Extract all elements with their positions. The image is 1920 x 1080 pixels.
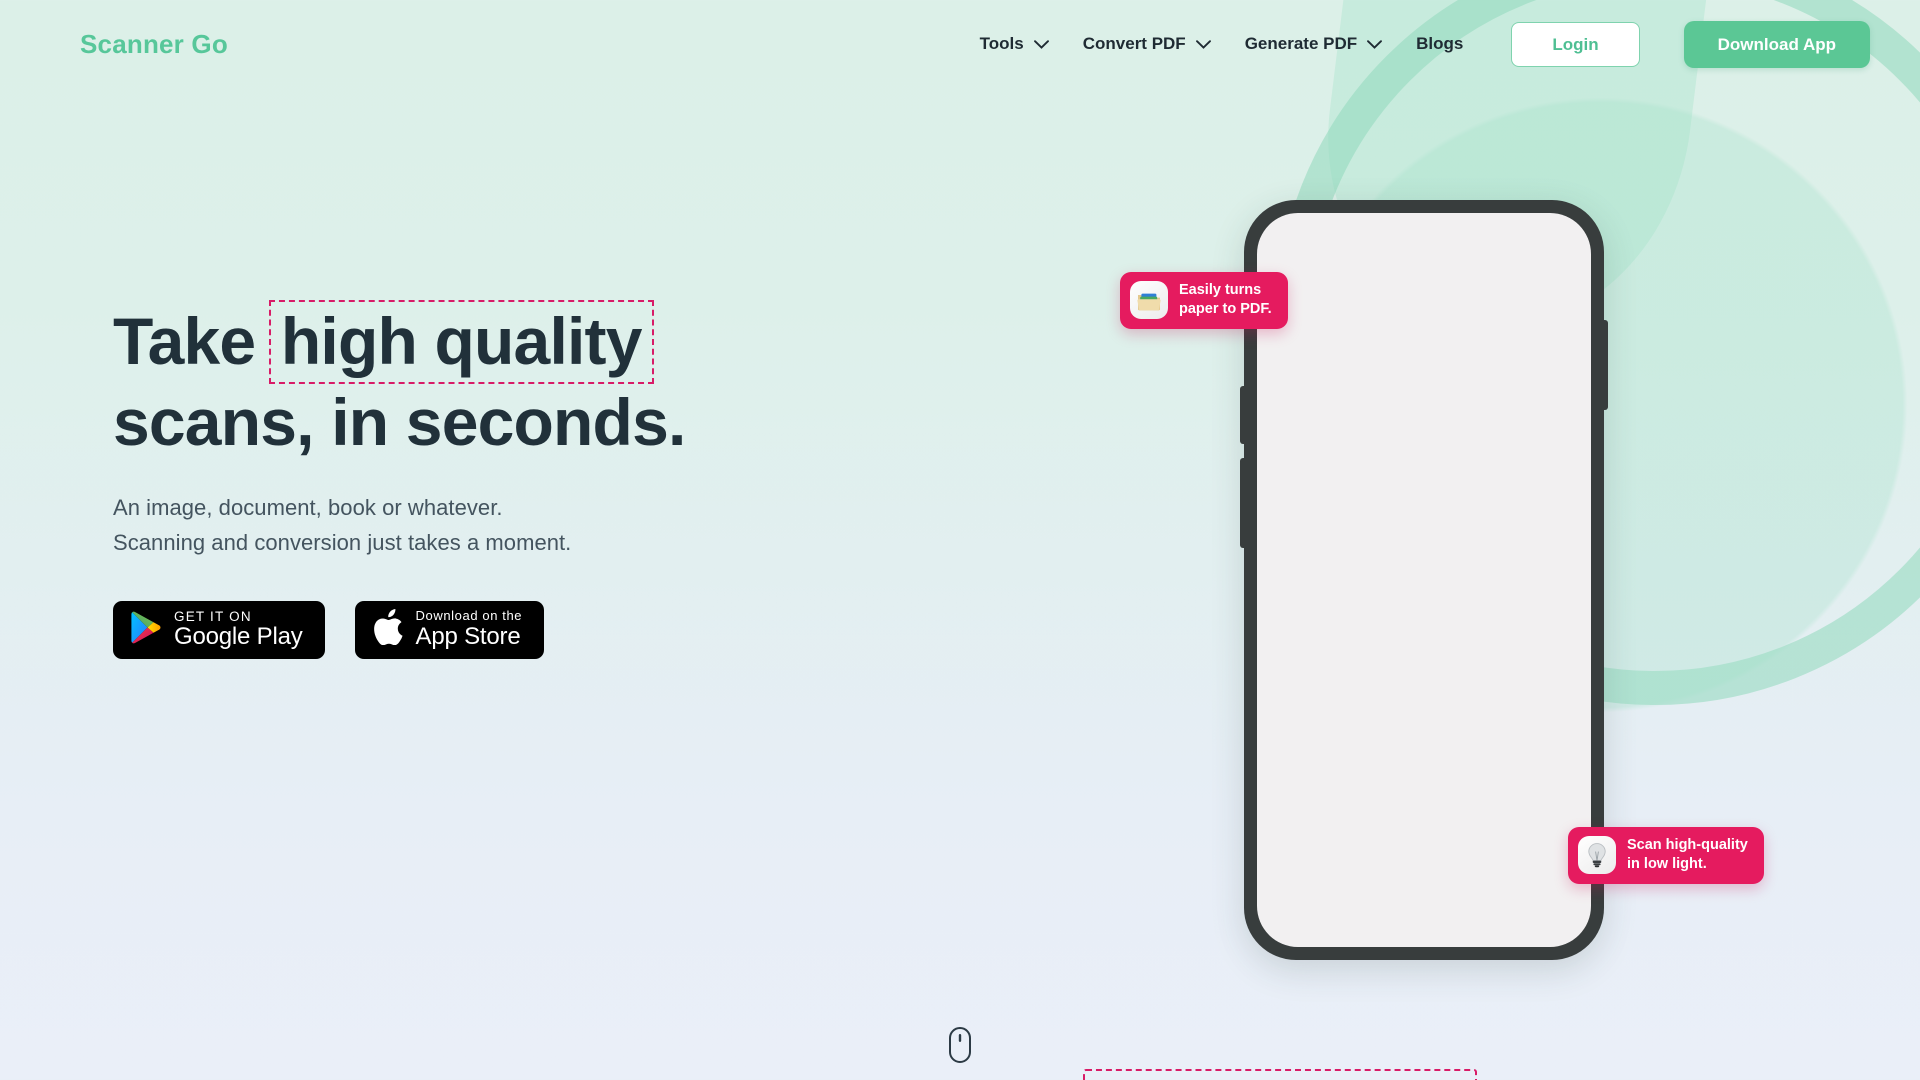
- nav-item-label: Blogs: [1416, 34, 1464, 53]
- chevron-down-icon: [1195, 39, 1211, 49]
- documents-folder-icon: [1130, 281, 1168, 320]
- phone-power-button: [1603, 320, 1608, 410]
- hero-subtitle: An image, document, book or whatever. Sc…: [113, 491, 686, 561]
- headline-part-1: Take: [113, 304, 256, 378]
- lightbulb-icon: [1578, 836, 1616, 875]
- store-badge-small-text: GET IT ON: [174, 608, 252, 624]
- feature-badge-label: Scan high-quality in low light.: [1627, 837, 1748, 873]
- nav-item-convert-pdf[interactable]: Convert PDF: [1083, 34, 1211, 54]
- phone-mockup: [1240, 200, 1608, 960]
- phone-frame: [1240, 200, 1608, 960]
- logo[interactable]: Scanner Go: [80, 29, 228, 60]
- nav-item-label: Tools: [979, 34, 1024, 53]
- site-header: Scanner Go Tools Convert PDF Generate PD…: [0, 0, 1920, 88]
- headline-part-2: scans, in seconds.: [113, 385, 686, 459]
- app-store-badge[interactable]: Download on the App Store: [354, 600, 545, 659]
- store-badges: GET IT ON Google Play Download on the Ap…: [113, 600, 686, 659]
- nav-item-label: Generate PDF: [1244, 34, 1358, 53]
- nav-item-label: Convert PDF: [1082, 34, 1186, 53]
- google-play-icon: [131, 611, 161, 649]
- google-play-badge[interactable]: GET IT ON Google Play: [113, 600, 325, 659]
- login-button[interactable]: Login: [1511, 21, 1640, 67]
- phone-volume-up-button: [1240, 386, 1245, 444]
- chevron-down-icon: [1367, 39, 1383, 49]
- nav-item-tools[interactable]: Tools: [980, 34, 1049, 54]
- headline-highlight: high quality: [268, 300, 654, 384]
- bottom-dashed-section: [1083, 1069, 1477, 1080]
- subtitle-line-1: An image, document, book or whatever.: [113, 495, 503, 521]
- store-badge-small-text: Download on the: [415, 608, 523, 624]
- apple-icon: [373, 609, 403, 650]
- download-app-button[interactable]: Download App: [1683, 20, 1870, 68]
- phone-screen: [1257, 213, 1591, 947]
- chevron-down-icon: [1033, 39, 1049, 49]
- feature-badge-label: Easily turns paper to PDF.: [1179, 282, 1272, 318]
- feature-badge-paper-to-pdf[interactable]: Easily turns paper to PDF.: [1120, 272, 1288, 329]
- store-badge-title: App Store: [415, 623, 521, 650]
- feature-badge-low-light[interactable]: Scan high-quality in low light.: [1568, 827, 1764, 884]
- phone-volume-down-button: [1240, 458, 1245, 548]
- hero-section: Take high quality scans, in seconds. An …: [113, 300, 686, 659]
- mouse-scroll-icon[interactable]: [948, 1026, 972, 1069]
- nav-item-blogs[interactable]: Blogs: [1416, 34, 1463, 54]
- page-title: Take high quality scans, in seconds.: [113, 300, 686, 461]
- main-navigation: Tools Convert PDF Generate PDF Blogs Log…: [980, 20, 1870, 68]
- nav-item-generate-pdf[interactable]: Generate PDF: [1244, 34, 1383, 54]
- store-badge-title: Google Play: [174, 623, 303, 651]
- subtitle-line-2: Scanning and conversion just takes a mom…: [113, 529, 572, 555]
